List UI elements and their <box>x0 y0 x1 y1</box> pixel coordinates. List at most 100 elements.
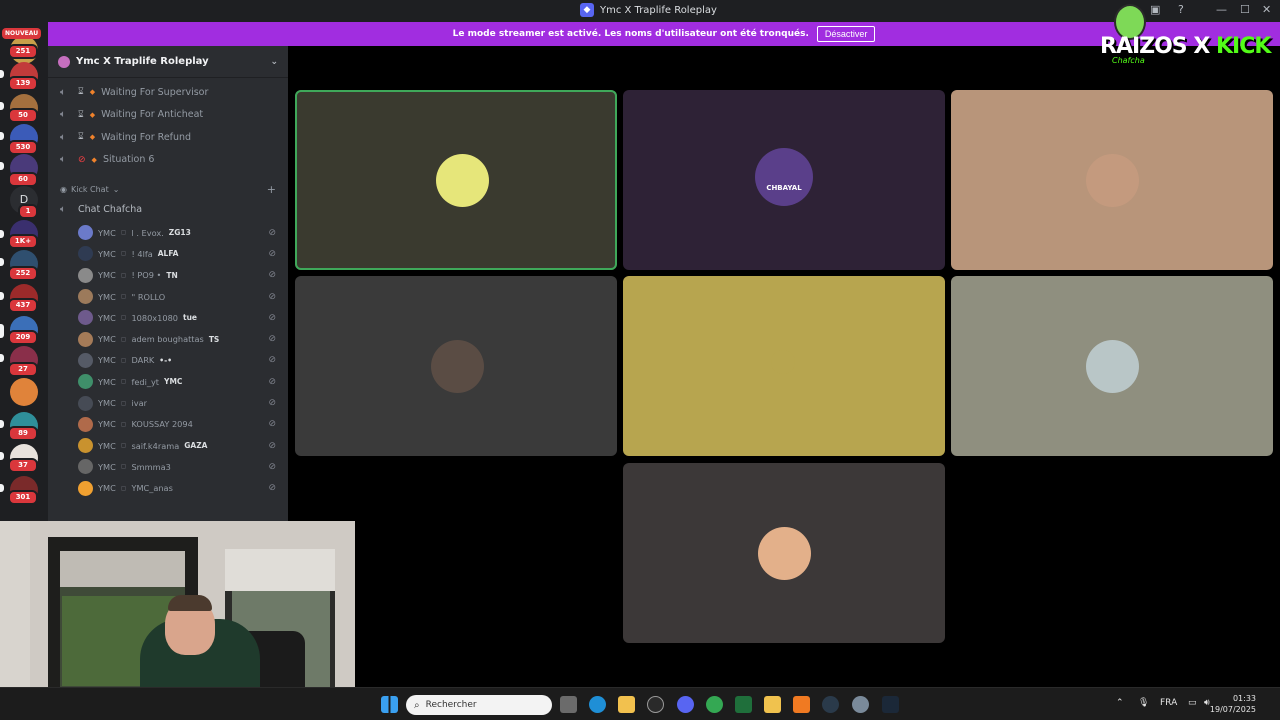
voice-member[interactable]: YMC ▢ Smmma3 ⊘ <box>48 456 288 477</box>
xbox-icon[interactable] <box>647 696 664 713</box>
video-tile[interactable] <box>623 276 945 456</box>
mic-muted-icon: ⊘ <box>268 334 276 345</box>
unread-pill <box>0 70 4 78</box>
speaker-icon: 🔈︎ <box>60 86 66 98</box>
box-icon: ▢ <box>120 229 127 237</box>
overlay-right: KICK <box>1215 34 1271 59</box>
mic-muted-icon: ⊘ <box>268 440 276 451</box>
voice-member[interactable]: YMC ▢ ! 4lfa ALFA ⊘ <box>48 243 288 264</box>
member-avatar <box>78 352 93 368</box>
voice-member[interactable]: YMC ▢ YMC_anas ⊘ <box>48 478 288 499</box>
voice-member[interactable]: YMC ▢ KOUSSAY 2094 ⊘ <box>48 414 288 435</box>
app-icon-orange[interactable] <box>793 696 810 713</box>
start-icon[interactable] <box>381 696 398 713</box>
voice-channel-label: Waiting For Supervisor <box>101 86 209 98</box>
voice-member[interactable]: YMC ▢ adem boughattas TS ⊘ <box>48 328 288 349</box>
voice-member[interactable]: YMC ▢ " ROLLO ⊘ <box>48 286 288 307</box>
member-avatar <box>78 310 93 326</box>
steam-icon[interactable] <box>882 696 899 713</box>
category-icon: ◉ <box>60 184 67 194</box>
app-icon-green[interactable] <box>735 696 752 713</box>
voice-member[interactable]: YMC ▢ saif.k4rama GAZA ⊘ <box>48 435 288 456</box>
mic-muted-icon: ⊘ <box>268 376 276 387</box>
voice-channel-chat[interactable]: 🔈︎ Chat Chafcha <box>48 199 288 219</box>
video-grid: CHBAYAL <box>288 46 1280 687</box>
edge-icon[interactable] <box>589 696 606 713</box>
settings-icon[interactable] <box>852 696 869 713</box>
member-avatar <box>78 438 93 454</box>
search-box[interactable]: ⌕ Rechercher <box>406 695 552 715</box>
chevron-up-icon[interactable]: ⌃ <box>1116 698 1124 708</box>
member-prefix: YMC <box>98 376 116 387</box>
video-tile[interactable] <box>951 90 1273 270</box>
member-name: adem boughattas <box>131 334 204 345</box>
voice-member[interactable]: YMC ▢ fedi_yt YMC ⊘ <box>48 371 288 392</box>
member-prefix: YMC <box>98 440 116 451</box>
voice-member[interactable]: YMC ▢ 1080x1080 tue ⊘ <box>48 307 288 328</box>
voice-member[interactable]: YMC ▢ ivar ⊘ <box>48 392 288 413</box>
unread-pill <box>0 420 4 428</box>
volume-icon[interactable]: 🔊︎ <box>1204 698 1210 708</box>
category-header[interactable]: ◉ Kick Chat ⌄ + <box>48 179 288 199</box>
webcam-feed <box>0 521 355 687</box>
app-icon-dark[interactable] <box>822 696 839 713</box>
server-icon-11[interactable] <box>10 378 38 406</box>
mic-muted-icon: ⊘ <box>268 419 276 430</box>
diamond-icon: ◆ <box>89 88 96 97</box>
unread-pill <box>0 484 4 492</box>
member-prefix: YMC <box>98 419 116 430</box>
voice-member[interactable]: YMC ▢ DARK •-• ⊘ <box>48 350 288 371</box>
user-avatar <box>431 340 484 393</box>
unread-badge: 530 <box>8 140 38 155</box>
speaker-icon: 🔈︎ <box>60 131 66 143</box>
box-icon: ▢ <box>120 378 127 386</box>
mic-icon[interactable]: 🎙︎ <box>1138 698 1149 708</box>
box-icon: ▢ <box>120 335 127 343</box>
overlay-sub: Chafcha <box>1112 56 1145 65</box>
member-name: ! 4lfa <box>131 248 153 259</box>
video-tile[interactable] <box>623 463 945 643</box>
video-tile[interactable]: CHBAYAL <box>623 90 945 270</box>
member-prefix: YMC <box>98 398 116 409</box>
voice-channel[interactable]: 🔈︎ ⊘ ◆ Situation 6 <box>48 149 288 172</box>
unread-badge: 437 <box>8 298 38 313</box>
member-name: " ROLLO <box>131 291 166 302</box>
voice-channel[interactable]: 🔈︎ ⌛︎ ◆ Waiting For Supervisor <box>48 81 288 104</box>
store-icon[interactable] <box>618 696 635 713</box>
voice-member[interactable]: YMC ▢ ! PO9 • TN ⊘ <box>48 265 288 286</box>
language-indicator[interactable]: FRA <box>1160 698 1177 708</box>
mic-muted-icon: ⊘ <box>268 270 276 281</box>
video-tile[interactable] <box>295 276 617 456</box>
clock[interactable]: 01:33 19/07/2025 <box>1210 693 1256 715</box>
voice-member[interactable]: YMC ▢ l . Evox. ZG13 ⊘ <box>48 222 288 243</box>
avatar-label: CHBAYAL <box>766 184 802 192</box>
hourglass-icon: ⌛︎ <box>78 87 84 98</box>
add-channel-icon[interactable]: + <box>267 183 276 196</box>
folder-icon[interactable] <box>764 696 781 713</box>
category-label: Kick Chat <box>70 184 109 194</box>
member-name: DARK <box>131 355 155 366</box>
member-name: l . Evox. <box>131 227 164 238</box>
chrome-icon[interactable] <box>706 696 723 713</box>
voice-channel[interactable]: 🔈︎ ⌛︎ ◆ Waiting For Anticheat <box>48 104 288 127</box>
server-header[interactable]: Ymc X Traplife Roleplay ⌄ <box>48 46 288 78</box>
title-group: ◆ Ymc X Traplife Roleplay <box>580 3 717 17</box>
member-avatar <box>78 225 93 241</box>
disable-streamer-button[interactable]: Désactiver <box>816 26 876 42</box>
member-name: YMC_anas <box>131 483 173 494</box>
mic-muted-icon: ⊘ <box>268 483 276 494</box>
video-tile[interactable] <box>951 276 1273 456</box>
voice-channel[interactable]: 🔈︎ ⌛︎ ◆ Waiting For Refund <box>48 126 288 149</box>
blind <box>60 551 185 587</box>
mic-muted-icon: ⊘ <box>268 461 276 472</box>
mic-muted-icon: ⊘ <box>268 398 276 409</box>
video-tile[interactable] <box>295 90 617 270</box>
speaker-icon: 🔈︎ <box>60 109 66 121</box>
discord-taskbar-icon[interactable] <box>677 696 694 713</box>
mic-muted-icon: ⊘ <box>268 355 276 366</box>
member-tag: TS <box>208 334 220 344</box>
task-view-icon[interactable] <box>560 696 577 713</box>
network-icon[interactable]: ▭ <box>1188 698 1197 708</box>
member-prefix: YMC <box>98 227 116 238</box>
blind <box>225 549 335 591</box>
